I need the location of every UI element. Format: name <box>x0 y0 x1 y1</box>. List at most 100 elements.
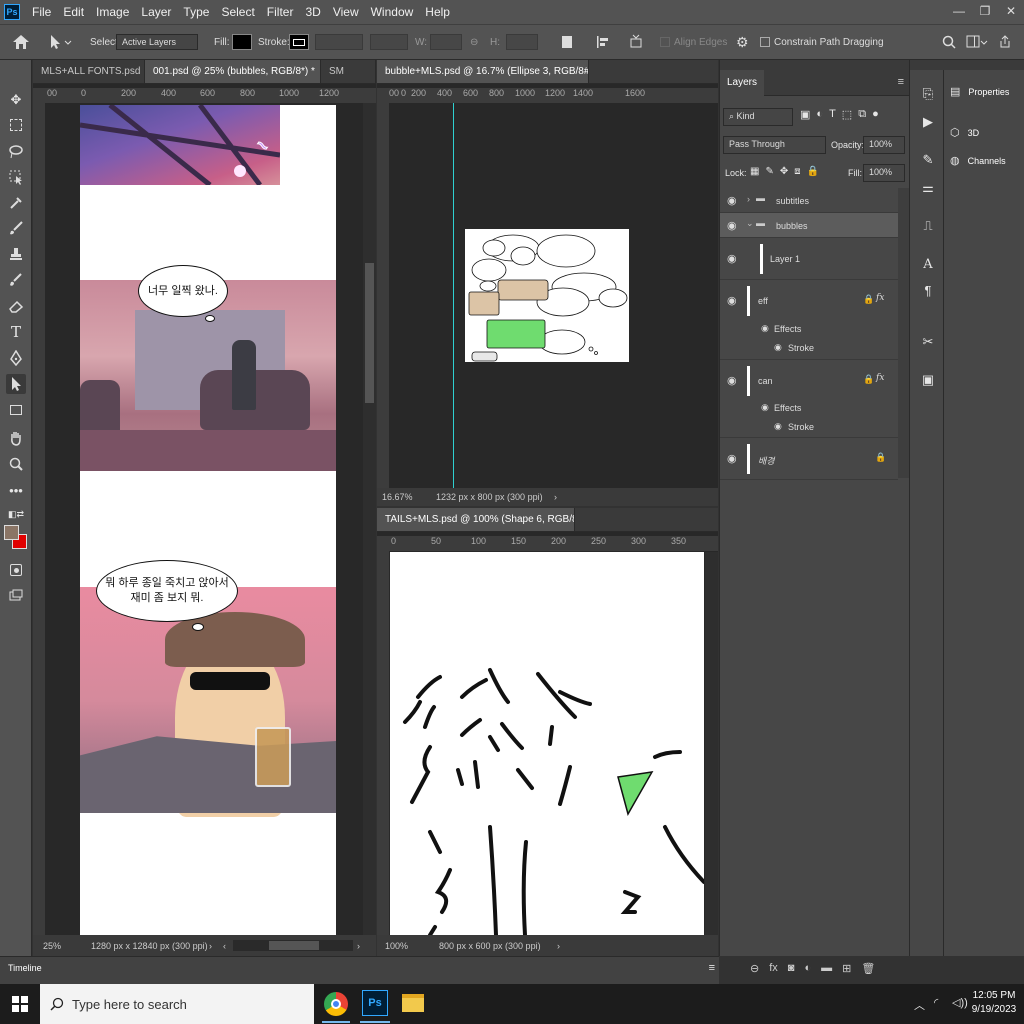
stamp-tool-icon[interactable] <box>6 244 26 264</box>
menu-window[interactable]: Window <box>365 5 420 19</box>
more-tools-icon[interactable]: ••• <box>6 480 26 500</box>
fx-icon[interactable]: fx <box>769 962 778 975</box>
minimize-button[interactable]: — <box>946 0 972 24</box>
lock-position-icon[interactable]: ✥ <box>780 166 788 177</box>
pen-tool-icon[interactable] <box>6 348 26 368</box>
eye-icon[interactable]: ◉ <box>727 219 737 232</box>
eye-icon[interactable]: ◉ <box>727 194 737 207</box>
menu-help[interactable]: Help <box>419 5 456 19</box>
channels-tab[interactable]: ◍ Channels <box>950 154 1006 167</box>
swap-colors-icon[interactable]: ◧⇄ <box>6 504 26 524</box>
eye-icon[interactable]: ◉ <box>774 342 782 353</box>
foreground-color-swatch[interactable] <box>4 525 19 540</box>
restore-button[interactable]: ❐ <box>972 0 998 24</box>
tab-mls-all-fonts[interactable]: MLS+ALL FONTS.psd <box>33 60 145 83</box>
brush-settings-icon[interactable]: ✎ <box>918 150 938 170</box>
wifi-icon[interactable]: ◜ <box>934 996 938 1009</box>
move-tool-icon[interactable]: ✥ <box>6 90 26 110</box>
align-edges-checkbox[interactable] <box>660 37 670 47</box>
layer-row-layer-1[interactable]: ◉ Layer 1 <box>720 238 898 280</box>
menu-filter[interactable]: Filter <box>261 5 300 19</box>
3d-tab[interactable]: ⬡ 3D <box>950 126 979 139</box>
photoshop-logo[interactable]: Ps <box>4 4 20 20</box>
chrome-icon[interactable] <box>324 992 348 1016</box>
filter-type-icon[interactable]: T <box>829 108 836 121</box>
new-group-icon[interactable]: ▬ <box>821 962 832 975</box>
object-select-tool-icon[interactable] <box>6 167 26 187</box>
scroll-left-icon[interactable]: ‹ <box>223 941 233 951</box>
canvas-bubbles[interactable] <box>465 229 629 362</box>
speech-bubble-2[interactable]: 뭐 하루 종일 죽치고 앉아서 재미 좀 보지 뭐. <box>96 560 238 622</box>
speech-bubble-1[interactable]: 너무 일찍 왔나. <box>138 265 228 317</box>
select-dropdown[interactable]: Active Layers <box>116 34 198 50</box>
marquee-tool-icon[interactable] <box>6 115 26 135</box>
adjustments-icon[interactable]: ⚌ <box>918 178 938 198</box>
canvas-tails[interactable] <box>390 552 704 935</box>
fx-icon[interactable]: fx <box>876 373 884 383</box>
constrain-checkbox[interactable] <box>760 37 770 47</box>
workspace-icon[interactable] <box>966 25 988 59</box>
brush-tool-icon[interactable] <box>6 218 26 238</box>
file-explorer-icon[interactable] <box>402 994 424 1012</box>
taskbar-clock[interactable]: 12:05 PM 9/19/2023 <box>968 989 1020 1017</box>
top-zoom-value[interactable]: 16.67% <box>382 492 436 502</box>
bottom-vertical-scrollbar[interactable] <box>705 552 718 935</box>
filter-smart-object-icon[interactable]: ⧉ <box>858 108 866 121</box>
filter-pixel-icon[interactable]: ▣ <box>800 108 810 121</box>
lasso-tool-icon[interactable] <box>6 141 26 161</box>
eye-icon[interactable]: ◉ <box>761 323 769 334</box>
width-field[interactable] <box>430 34 462 50</box>
stroke-width-field[interactable] <box>315 34 363 50</box>
windows-start-icon[interactable] <box>12 996 28 1012</box>
rectangle-tool-icon[interactable] <box>6 400 26 420</box>
eraser-tool-icon[interactable] <box>6 296 26 316</box>
menu-type[interactable]: Type <box>177 5 215 19</box>
home-icon[interactable] <box>12 25 30 59</box>
eye-icon[interactable]: ◉ <box>774 421 782 432</box>
fill-field[interactable]: 100% <box>863 164 905 182</box>
eye-icon[interactable]: ◉ <box>727 252 737 265</box>
height-field[interactable] <box>506 34 538 50</box>
stroke-swatch[interactable] <box>289 34 309 50</box>
eye-icon[interactable]: ◉ <box>727 452 737 465</box>
quick-mask-icon[interactable] <box>6 560 26 580</box>
lock-all-icon[interactable]: 🔒 <box>807 166 819 177</box>
path-arrangement-icon[interactable] <box>628 25 644 59</box>
zoom-tool-icon[interactable] <box>6 454 26 474</box>
search-icon[interactable] <box>942 25 956 59</box>
timeline-tab[interactable]: Timeline <box>8 963 42 973</box>
layer-row-subtitles[interactable]: ◉ › ▬ subtitles <box>720 188 898 213</box>
tab-layers[interactable]: Layers <box>720 70 764 96</box>
menu-layer[interactable]: Layer <box>135 5 177 19</box>
gear-icon[interactable]: ⚙ <box>736 25 749 59</box>
h-scroll-thumb[interactable] <box>269 941 319 950</box>
status-arrow-icon[interactable]: › <box>209 941 223 951</box>
chevron-down-icon[interactable]: ⌄ <box>746 218 754 229</box>
layer-row-can[interactable]: ◉ can 🔒 fx ◉ Effects ◉ Stroke <box>720 360 898 438</box>
canvas-001[interactable]: ~ 너무 일찍 왔나. 뭐 하루 종일 죽치고 앉아서 재미 좀 보지 뭐. <box>80 105 336 935</box>
path-alignment-icon[interactable] <box>596 25 610 59</box>
guide-line[interactable] <box>453 103 454 488</box>
eye-icon[interactable]: ◉ <box>727 294 737 307</box>
blend-mode-dropdown[interactable]: Pass Through <box>723 136 826 154</box>
left-zoom-value[interactable]: 25% <box>43 941 91 951</box>
filter-adjustment-icon[interactable]: ◐ <box>816 108 823 121</box>
trash-icon[interactable]: 🗑 <box>861 962 875 975</box>
direct-selection-tool-icon[interactable] <box>6 374 26 394</box>
menu-view[interactable]: View <box>327 5 365 19</box>
menu-image[interactable]: Image <box>90 5 135 19</box>
filter-kind-dropdown[interactable]: ⌕ Kind <box>723 108 793 126</box>
tab-bubble-mls[interactable]: bubble+MLS.psd @ 16.7% (Ellipse 3, RGB/8… <box>377 60 589 83</box>
eyedropper-tool-icon[interactable] <box>6 193 26 213</box>
tray-chevron-icon[interactable]: ︿ <box>914 997 925 1013</box>
history-brush-tool-icon[interactable] <box>6 270 26 290</box>
layer-row-bubbles[interactable]: ◉ ⌄ ▬ bubbles <box>720 213 898 238</box>
left-horizontal-scrollbar[interactable] <box>233 940 353 951</box>
volume-icon[interactable]: ◁)) <box>952 996 968 1009</box>
dock-collapse-bar[interactable] <box>910 60 1024 70</box>
menu-file[interactable]: File <box>26 5 57 19</box>
lock-transparent-icon[interactable]: ▦ <box>750 166 759 177</box>
link-icon[interactable]: ⊖ <box>470 25 478 59</box>
panel-menu-icon[interactable]: ≡ <box>898 76 904 88</box>
history-icon[interactable]: ⎘ <box>918 84 938 104</box>
